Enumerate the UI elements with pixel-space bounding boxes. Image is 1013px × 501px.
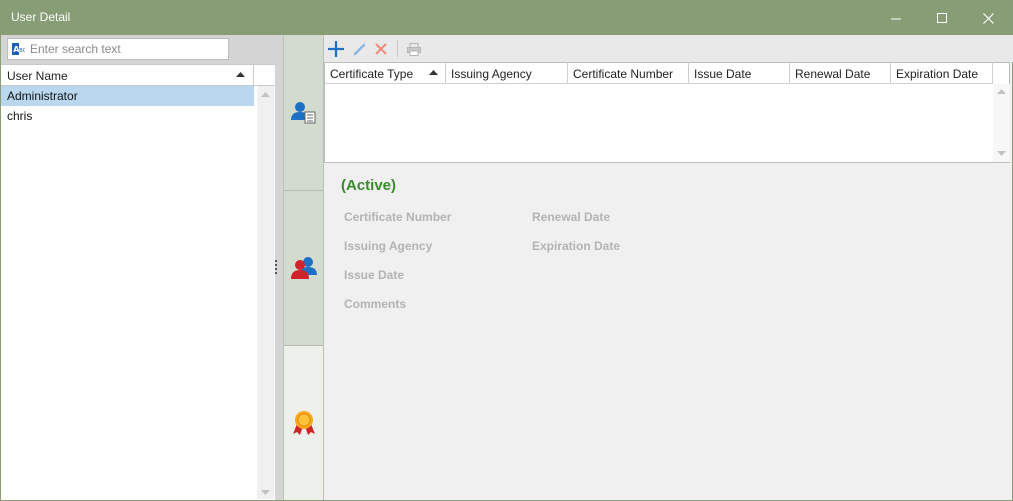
toolbar-separator [397, 40, 398, 57]
status-badge: (Active) [341, 177, 397, 194]
printer-icon [407, 42, 421, 56]
user-name-column-header[interactable]: User Name [1, 65, 254, 86]
scroll-up-icon[interactable] [997, 89, 1006, 94]
title-bar: User Detail [1, 1, 1012, 35]
column-header-label: Issue Date [694, 67, 752, 81]
sort-ascending-icon [429, 70, 438, 75]
user-group-icon [290, 257, 317, 279]
column-header-label: User Name [7, 69, 68, 83]
x-icon [375, 43, 387, 55]
column-header-label: Issuing Agency [451, 67, 532, 81]
edit-certificate-button[interactable] [349, 39, 369, 59]
column-header-label: Renewal Date [795, 67, 871, 81]
sort-ascending-icon [236, 72, 245, 77]
column-header-issuing-agency[interactable]: Issuing Agency [446, 63, 568, 84]
tab-certificates[interactable] [284, 346, 323, 500]
scroll-down-icon[interactable] [261, 490, 270, 495]
pane-splitter[interactable] [275, 35, 283, 500]
label-certificate-number: Certificate Number [344, 210, 452, 224]
maximize-button[interactable] [919, 1, 965, 35]
user-list-scrollbar[interactable] [257, 86, 274, 499]
pencil-icon [353, 43, 365, 55]
user-list-pane: A BC User Name Administrator chris [1, 35, 275, 500]
label-expiration-date: Expiration Date [532, 239, 621, 253]
vertical-tab-strip [283, 35, 323, 500]
minimize-button[interactable] [873, 1, 919, 35]
certificate-toolbar [324, 35, 1013, 62]
delete-certificate-button[interactable] [371, 39, 391, 59]
minimize-icon [890, 18, 901, 19]
certificates-pane: Certificate Type Issuing Agency Certific… [323, 35, 1013, 500]
column-header-certificate-type[interactable]: Certificate Type [325, 63, 446, 84]
close-icon [982, 12, 994, 24]
certificate-grid-scrollbar[interactable] [993, 84, 1010, 162]
maximize-icon [936, 12, 947, 23]
search-box[interactable]: A BC [7, 38, 229, 60]
close-button[interactable] [965, 1, 1011, 35]
column-header-certificate-number[interactable]: Certificate Number [568, 63, 689, 84]
user-name-cell: Administrator [7, 89, 78, 103]
certificate-details: (Active) Certificate Number Issuing Agen… [324, 163, 1013, 500]
abc-search-icon: A BC [12, 43, 25, 55]
label-comments: Comments [344, 297, 407, 311]
label-renewal-date: Renewal Date [532, 210, 611, 224]
tab-user-groups[interactable] [284, 191, 323, 346]
label-issuing-agency: Issuing Agency [344, 239, 433, 253]
scroll-up-icon[interactable] [261, 92, 270, 97]
column-header-expiration-date[interactable]: Expiration Date [891, 63, 993, 84]
column-header-renewal-date[interactable]: Renewal Date [790, 63, 891, 84]
column-header-label: Certificate Type [330, 67, 414, 81]
window-title: User Detail [11, 10, 71, 24]
certificate-grid: Certificate Type Issuing Agency Certific… [324, 62, 1010, 163]
award-ribbon-icon [292, 411, 315, 435]
user-detail-window: User Detail A BC User Name [0, 0, 1013, 501]
user-grid: User Name Administrator chris [1, 64, 275, 500]
splitter-grip-icon [275, 260, 277, 274]
column-header-issue-date[interactable]: Issue Date [689, 63, 790, 84]
column-header-label: Expiration Date [896, 67, 979, 81]
user-row[interactable]: chris [1, 106, 254, 126]
user-name-cell: chris [7, 109, 33, 123]
user-row[interactable]: Administrator [1, 86, 254, 106]
header-corner [254, 65, 275, 86]
svg-text:BC: BC [19, 48, 25, 54]
tab-user-info[interactable] [284, 35, 323, 191]
label-issue-date: Issue Date [344, 268, 405, 282]
add-certificate-button[interactable] [326, 39, 346, 59]
search-input[interactable] [30, 40, 226, 58]
scroll-down-icon[interactable] [997, 151, 1006, 156]
user-card-icon [290, 101, 315, 123]
column-header-label: Certificate Number [573, 67, 674, 81]
print-button[interactable] [404, 39, 424, 59]
plus-icon [328, 41, 344, 57]
